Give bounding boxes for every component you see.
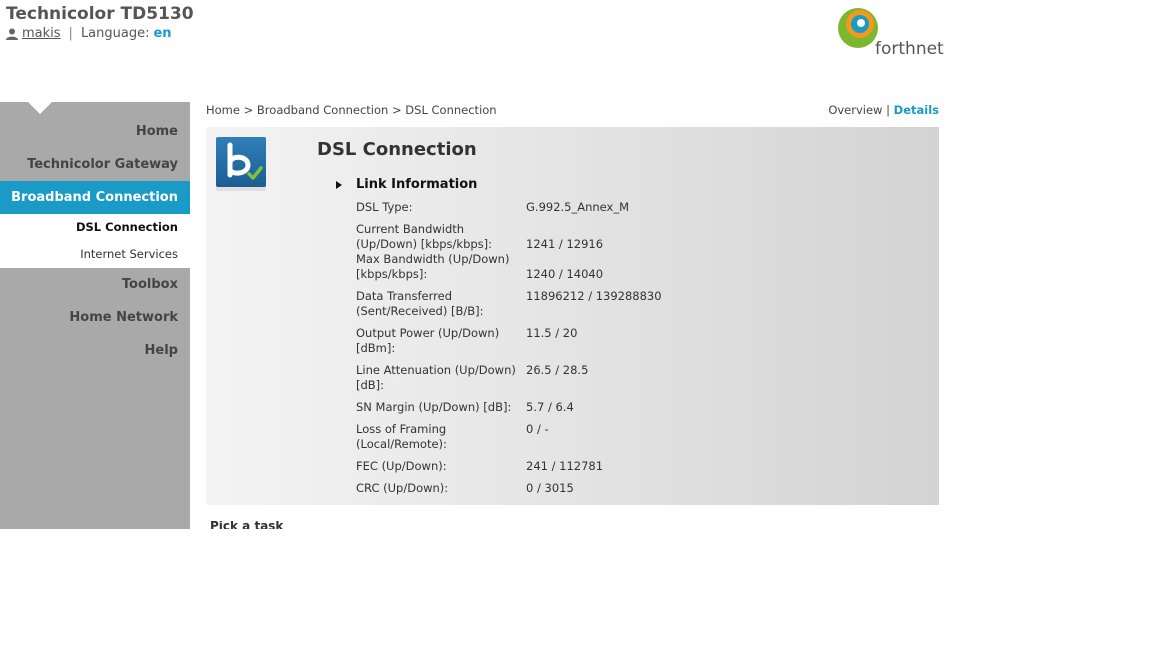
row-value: G.992.5_Annex_M	[526, 200, 630, 214]
pick-a-task-text: Pick a task	[210, 521, 284, 529]
language-value-link[interactable]: en	[153, 26, 171, 41]
pick-a-task-heading: Pick a task	[210, 521, 283, 529]
broadband-app-icon	[216, 137, 266, 187]
view-toggle: Overview | Details	[828, 103, 939, 117]
row-label: FEC (Up/Down):	[356, 459, 447, 473]
sidebar-item-toolbox[interactable]: Toolbox	[0, 268, 190, 301]
row-value: 11.5 / 20	[526, 326, 578, 340]
dsl-panel: DSL Connection Link Information DSL Type…	[206, 127, 939, 505]
row-value: 26.5 / 28.5	[526, 363, 589, 377]
row-value: 11896212 / 139288830	[526, 289, 662, 303]
breadcrumb-separator: >	[243, 103, 254, 117]
expand-triangle-icon	[336, 180, 342, 189]
forthnet-logo: forthnet	[836, 6, 948, 62]
forthnet-logo-mark-icon	[838, 8, 878, 48]
user-bar: makis | Language: en	[6, 26, 172, 41]
sidebar-item-technicolor-gateway[interactable]: Technicolor Gateway	[0, 148, 190, 181]
row-label: Output Power (Up/Down) [dBm]:	[356, 326, 500, 355]
username-link[interactable]: makis	[22, 26, 61, 41]
row-label: CRC (Up/Down):	[356, 481, 449, 495]
logo-text: forthnet	[875, 39, 944, 59]
separator: |	[68, 26, 73, 41]
user-icon	[6, 28, 18, 40]
breadcrumb-broadband[interactable]: Broadband Connection	[257, 103, 388, 117]
sidebar-subitem-dsl-connection[interactable]: DSL Connection	[0, 214, 190, 241]
details-link[interactable]: Details	[894, 103, 939, 117]
panel-title: DSL Connection	[317, 139, 477, 160]
row-value: 1241 / 12916	[526, 237, 604, 251]
row-value: 5.7 / 6.4	[526, 400, 574, 414]
view-separator: |	[886, 103, 890, 117]
row-label: Line Attenuation (Up/Down) [dB]:	[356, 363, 516, 392]
row-value: 1240 / 14040	[526, 267, 604, 281]
sidebar-item-home[interactable]: Home	[0, 115, 190, 148]
language-label: Language:	[80, 26, 150, 41]
sidebar-item-home-network[interactable]: Home Network	[0, 301, 190, 334]
breadcrumb: Home > Broadband Connection > DSL Connec…	[206, 103, 497, 117]
breadcrumb-home[interactable]: Home	[206, 103, 240, 117]
sidebar-item-broadband-connection[interactable]: Broadband Connection	[0, 181, 190, 214]
broadband-check-icon	[227, 142, 263, 180]
row-label: Loss of Framing (Local/Remote):	[356, 422, 447, 451]
row-label: SN Margin (Up/Down) [dB]:	[356, 400, 512, 414]
row-label: Max Bandwidth (Up/Down) [kbps/kbps]:	[356, 252, 510, 281]
row-value: 0 / 3015	[526, 481, 574, 495]
row-value: 0 / -	[526, 422, 549, 436]
row-value: 241 / 112781	[526, 459, 604, 473]
row-label: Current Bandwidth (Up/Down) [kbps/kbps]:	[356, 222, 493, 251]
link-information-section[interactable]: Link Information	[336, 177, 477, 192]
sidebar-item-help[interactable]: Help	[0, 334, 190, 367]
overview-link[interactable]: Overview	[828, 103, 882, 117]
breadcrumb-separator: >	[392, 103, 402, 117]
row-label: DSL Type:	[356, 200, 413, 214]
device-title: Technicolor TD5130	[6, 4, 194, 24]
row-label: Data Transferred (Sent/Received) [B/B]:	[356, 289, 484, 318]
sidebar-notch	[28, 102, 52, 114]
breadcrumb-current: DSL Connection	[405, 103, 497, 117]
section-title: Link Information	[356, 177, 478, 192]
sidebar-subitem-internet-services[interactable]: Internet Services	[0, 241, 190, 268]
